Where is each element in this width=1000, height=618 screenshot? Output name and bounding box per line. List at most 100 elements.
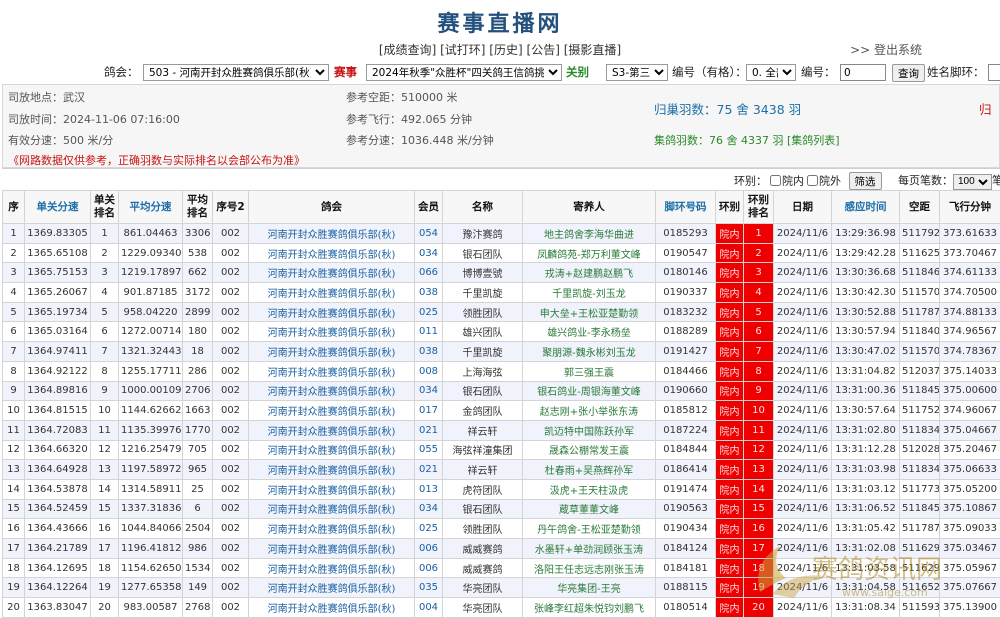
nav-link-announcement[interactable]: 公告 bbox=[531, 43, 555, 57]
race-select[interactable]: 2024年秋季"众胜杯"四关鸽王信鸽挑战赛 bbox=[366, 64, 562, 81]
column-header[interactable]: 平均分速 bbox=[119, 191, 183, 224]
nav-link-test-ring[interactable]: 试打环 bbox=[445, 43, 481, 57]
table-cell: 8 bbox=[744, 361, 774, 381]
table-cell: 511845 bbox=[900, 499, 940, 519]
table-row[interactable]: 121364.66320121216.25479705002河南开封众胜赛鸽俱乐… bbox=[3, 440, 1000, 460]
table-row[interactable]: 51365.197345958.042202899002河南开封众胜赛鸽俱乐部(… bbox=[3, 302, 1000, 322]
gather-list-link[interactable]: [集鸽列表] bbox=[787, 134, 840, 147]
table-cell: 河南开封众胜赛鸽俱乐部(秋) bbox=[249, 479, 415, 499]
table-cell: 5 bbox=[744, 302, 774, 322]
column-header[interactable]: 单关分速 bbox=[25, 191, 91, 224]
ring-filter: 环别：院内院外 筛选 bbox=[734, 172, 882, 190]
table-cell: 511625 bbox=[900, 243, 940, 263]
table-cell: 375.05200 bbox=[940, 479, 1000, 499]
table-cell: 1365.75153 bbox=[25, 263, 91, 283]
column-header[interactable]: 飞行分钟 bbox=[940, 191, 1000, 224]
race-label: 赛事 bbox=[334, 64, 357, 80]
right-cut-label: 归 bbox=[979, 99, 992, 118]
table-cell: 领胜团队 bbox=[443, 519, 523, 539]
table-cell: 013 bbox=[415, 479, 443, 499]
column-header[interactable]: 感应时间 bbox=[832, 191, 900, 224]
table-cell: 7 bbox=[744, 342, 774, 362]
table-row[interactable]: 31365.7515331219.17897662002河南开封众胜赛鸽俱乐部(… bbox=[3, 263, 1000, 283]
table-cell: 0187224 bbox=[656, 420, 716, 440]
number-select[interactable]: 0. 全部 bbox=[746, 64, 796, 81]
table-cell: 2024/11/6 bbox=[774, 243, 832, 263]
table-cell: 1364.52459 bbox=[25, 499, 91, 519]
column-header[interactable]: 环别 bbox=[716, 191, 744, 224]
table-row[interactable]: 11369.833051861.044633306002河南开封众胜赛鸽俱乐部(… bbox=[3, 224, 1000, 244]
table-row[interactable]: 61365.0316461272.00714180002河南开封众胜赛鸽俱乐部(… bbox=[3, 322, 1000, 342]
table-cell: 538 bbox=[183, 243, 213, 263]
club-select[interactable]: 503 - 河南开封众胜赛鸽俱乐部(秋) bbox=[143, 64, 329, 81]
table-cell: 1663 bbox=[183, 401, 213, 421]
table-cell: 16 bbox=[3, 519, 25, 539]
table-cell: 1770 bbox=[183, 420, 213, 440]
column-header[interactable]: 环别排名 bbox=[744, 191, 774, 224]
column-header[interactable]: 脚环号码 bbox=[656, 191, 716, 224]
ref-distance: 参考空距：510000 米 bbox=[346, 89, 458, 105]
table-cell: 杜春雨+吴燕辉孙军 bbox=[523, 460, 656, 480]
table-row[interactable]: 91364.8981691000.001092706002河南开封众胜赛鸽俱乐部… bbox=[3, 381, 1000, 401]
table-cell: 11 bbox=[91, 420, 119, 440]
table-cell: 511752 bbox=[900, 401, 940, 421]
table-cell: 1272.00714 bbox=[119, 322, 183, 342]
table-cell: 373.70467 bbox=[940, 243, 1000, 263]
table-cell: 河南开封众胜赛鸽俱乐部(秋) bbox=[249, 322, 415, 342]
id-input[interactable] bbox=[840, 64, 886, 81]
table-cell: 14 bbox=[91, 479, 119, 499]
table-cell: 986 bbox=[183, 539, 213, 559]
column-header[interactable]: 单关排名 bbox=[91, 191, 119, 224]
column-header[interactable]: 会员 bbox=[415, 191, 443, 224]
table-cell: 2024/11/6 bbox=[774, 479, 832, 499]
table-cell: 6 bbox=[183, 499, 213, 519]
per-page-select[interactable]: 100 bbox=[953, 174, 992, 190]
table-cell: 20 bbox=[3, 598, 25, 618]
column-header[interactable]: 空距 bbox=[900, 191, 940, 224]
table-row[interactable]: 131364.64928131197.58972965002河南开封众胜赛鸽俱乐… bbox=[3, 460, 1000, 480]
table-cell: 0190547 bbox=[656, 243, 716, 263]
table-cell: 院内 bbox=[716, 243, 744, 263]
nav-link-history[interactable]: 历史 bbox=[494, 43, 518, 57]
logout-link[interactable]: >> 登出系统 bbox=[850, 41, 922, 58]
column-header[interactable]: 序 bbox=[3, 191, 25, 224]
table-cell: 0184181 bbox=[656, 558, 716, 578]
table-row[interactable]: 101364.81515101144.626621663002河南开封众胜赛鸽俱… bbox=[3, 401, 1000, 421]
table-row[interactable]: 21365.6510821229.09340538002河南开封众胜赛鸽俱乐部(… bbox=[3, 243, 1000, 263]
table-row[interactable]: 141364.53878141314.5891125002河南开封众胜赛鸽俱乐部… bbox=[3, 479, 1000, 499]
filter-button[interactable]: 筛选 bbox=[849, 172, 882, 190]
nav-link-results[interactable]: 成绩查询 bbox=[384, 43, 432, 57]
inside-checkbox[interactable] bbox=[770, 175, 781, 186]
stage-select[interactable]: S3-第三关 bbox=[606, 64, 668, 81]
table-cell: 2024/11/6 bbox=[774, 263, 832, 283]
table-cell: 院内 bbox=[716, 342, 744, 362]
column-header[interactable]: 名称 bbox=[443, 191, 523, 224]
column-header[interactable]: 寄养人 bbox=[523, 191, 656, 224]
table-cell: 511773 bbox=[900, 479, 940, 499]
table-row[interactable]: 151364.52459151337.318366002河南开封众胜赛鸽俱乐部(… bbox=[3, 499, 1000, 519]
table-row[interactable]: 41365.260674901.871853172002河南开封众胜赛鸽俱乐部(… bbox=[3, 283, 1000, 303]
outside-checkbox[interactable] bbox=[807, 175, 818, 186]
table-cell: 008 bbox=[415, 361, 443, 381]
table-cell: 院内 bbox=[716, 401, 744, 421]
table-cell: 054 bbox=[415, 224, 443, 244]
column-header[interactable]: 平均排名 bbox=[183, 191, 213, 224]
query-button[interactable]: 查询 bbox=[892, 64, 925, 82]
column-header[interactable]: 鸽会 bbox=[249, 191, 415, 224]
table-cell: 25 bbox=[183, 479, 213, 499]
table-cell: 上海海弦 bbox=[443, 361, 523, 381]
table-row[interactable]: 111364.72083111135.399761770002河南开封众胜赛鸽俱… bbox=[3, 420, 1000, 440]
table-cell: 0188289 bbox=[656, 322, 716, 342]
table-cell: 6 bbox=[3, 322, 25, 342]
column-header[interactable]: 序号2 bbox=[213, 191, 249, 224]
nav-link-photo-live[interactable]: 摄影直播 bbox=[568, 43, 616, 57]
table-cell: 1365.65108 bbox=[25, 243, 91, 263]
table-cell: 0186414 bbox=[656, 460, 716, 480]
table-cell: 1044.84066 bbox=[119, 519, 183, 539]
ring-search-input[interactable] bbox=[988, 64, 1000, 81]
table-row[interactable]: 81364.9212281255.17711286002河南开封众胜赛鸽俱乐部(… bbox=[3, 361, 1000, 381]
table-cell: 18 bbox=[3, 558, 25, 578]
table-cell: 3 bbox=[91, 263, 119, 283]
table-row[interactable]: 71364.9741171321.3244318002河南开封众胜赛鸽俱乐部(秋… bbox=[3, 342, 1000, 362]
column-header[interactable]: 日期 bbox=[774, 191, 832, 224]
